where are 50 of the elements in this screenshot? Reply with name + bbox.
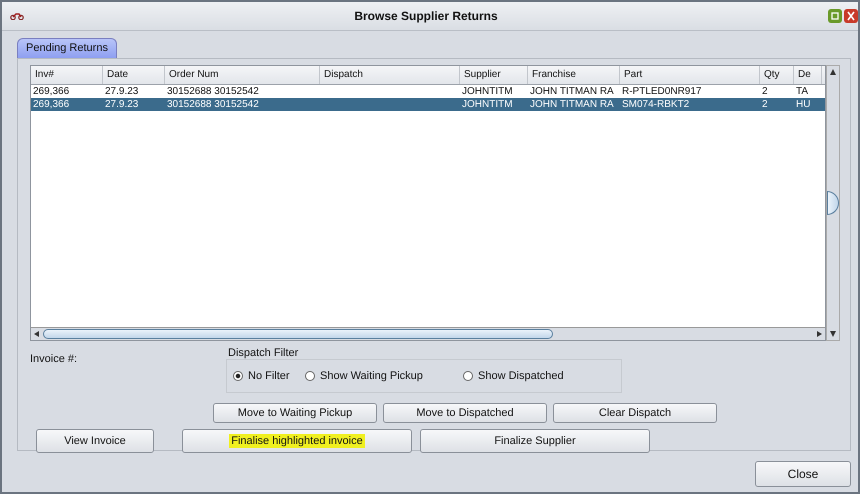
invoice-label: Invoice #: bbox=[30, 352, 78, 367]
table-cell-text: 30152688 30152542 bbox=[166, 98, 260, 111]
column-header[interactable]: Supplier bbox=[460, 66, 528, 84]
table-cell-text: 269,366 bbox=[32, 98, 70, 111]
action-button[interactable]: View Invoice bbox=[36, 429, 154, 453]
horizontal-scrollbar[interactable] bbox=[31, 327, 825, 340]
motorbike-icon bbox=[10, 12, 24, 20]
table-cell-text: 27.9.23 bbox=[104, 85, 140, 98]
radio-option[interactable]: Show Waiting Pickup bbox=[305, 370, 463, 382]
dispatch-button[interactable]: Clear Dispatch bbox=[553, 403, 717, 423]
table-cell-text: HU bbox=[795, 98, 812, 111]
table-cell-text: 30152688 30152542 bbox=[166, 85, 260, 98]
maximize-button[interactable] bbox=[828, 9, 842, 23]
table-cell-text: R-PTLED0NR917 bbox=[621, 85, 702, 98]
table-cell-text: SM074-RBKT2 bbox=[621, 98, 690, 111]
close-dialog-button[interactable]: Close bbox=[755, 461, 851, 487]
table-cell-text: 269,366 bbox=[32, 85, 70, 98]
action-button[interactable]: Finalise highlighted invoice bbox=[182, 429, 412, 453]
scroll-thumb[interactable] bbox=[43, 329, 553, 339]
table-cell-text: JOHNTITM bbox=[461, 85, 514, 98]
filter-title: Dispatch Filter bbox=[227, 347, 300, 359]
radio-option[interactable]: No Filter bbox=[233, 370, 305, 382]
column-header[interactable]: Date bbox=[103, 66, 165, 84]
table-cell-text: 2 bbox=[761, 98, 769, 111]
table-cell-text: 27.9.23 bbox=[104, 98, 140, 111]
column-header[interactable]: Franchise bbox=[528, 66, 620, 84]
window-title: Browse Supplier Returns bbox=[353, 9, 499, 23]
table-cell-text: JOHN TITMAN RA bbox=[529, 85, 615, 98]
table-cell-text: JOHNTITM bbox=[461, 98, 514, 111]
right-arrow-icon[interactable] bbox=[815, 330, 823, 338]
column-header[interactable]: Dispatch bbox=[320, 66, 460, 84]
down-arrow-icon[interactable] bbox=[829, 330, 837, 338]
tab[interactable]: Pending Returns bbox=[17, 38, 117, 58]
up-arrow-icon[interactable] bbox=[829, 68, 837, 76]
column-header[interactable]: Qty bbox=[760, 66, 794, 84]
table-cell-text: JOHN TITMAN RA bbox=[529, 98, 615, 111]
column-header[interactable]: Part bbox=[620, 66, 760, 84]
table-cell-text: TA bbox=[795, 85, 810, 98]
vertical-scrollbar[interactable] bbox=[826, 65, 840, 341]
column-header[interactable]: De bbox=[794, 66, 822, 84]
scroll-thumb[interactable] bbox=[827, 191, 839, 215]
radio-option[interactable]: Show Dispatched bbox=[463, 370, 564, 382]
dispatch-button[interactable]: Move to Dispatched bbox=[383, 403, 547, 423]
action-button[interactable]: Finalize Supplier bbox=[420, 429, 650, 453]
dispatch-button[interactable]: Move to Waiting Pickup bbox=[213, 403, 377, 423]
column-header[interactable]: Order Num bbox=[165, 66, 320, 84]
left-arrow-icon[interactable] bbox=[33, 330, 41, 338]
table-cell-text: 2 bbox=[761, 85, 769, 98]
close-button[interactable] bbox=[844, 9, 858, 23]
column-header[interactable]: Inv# bbox=[31, 66, 103, 84]
